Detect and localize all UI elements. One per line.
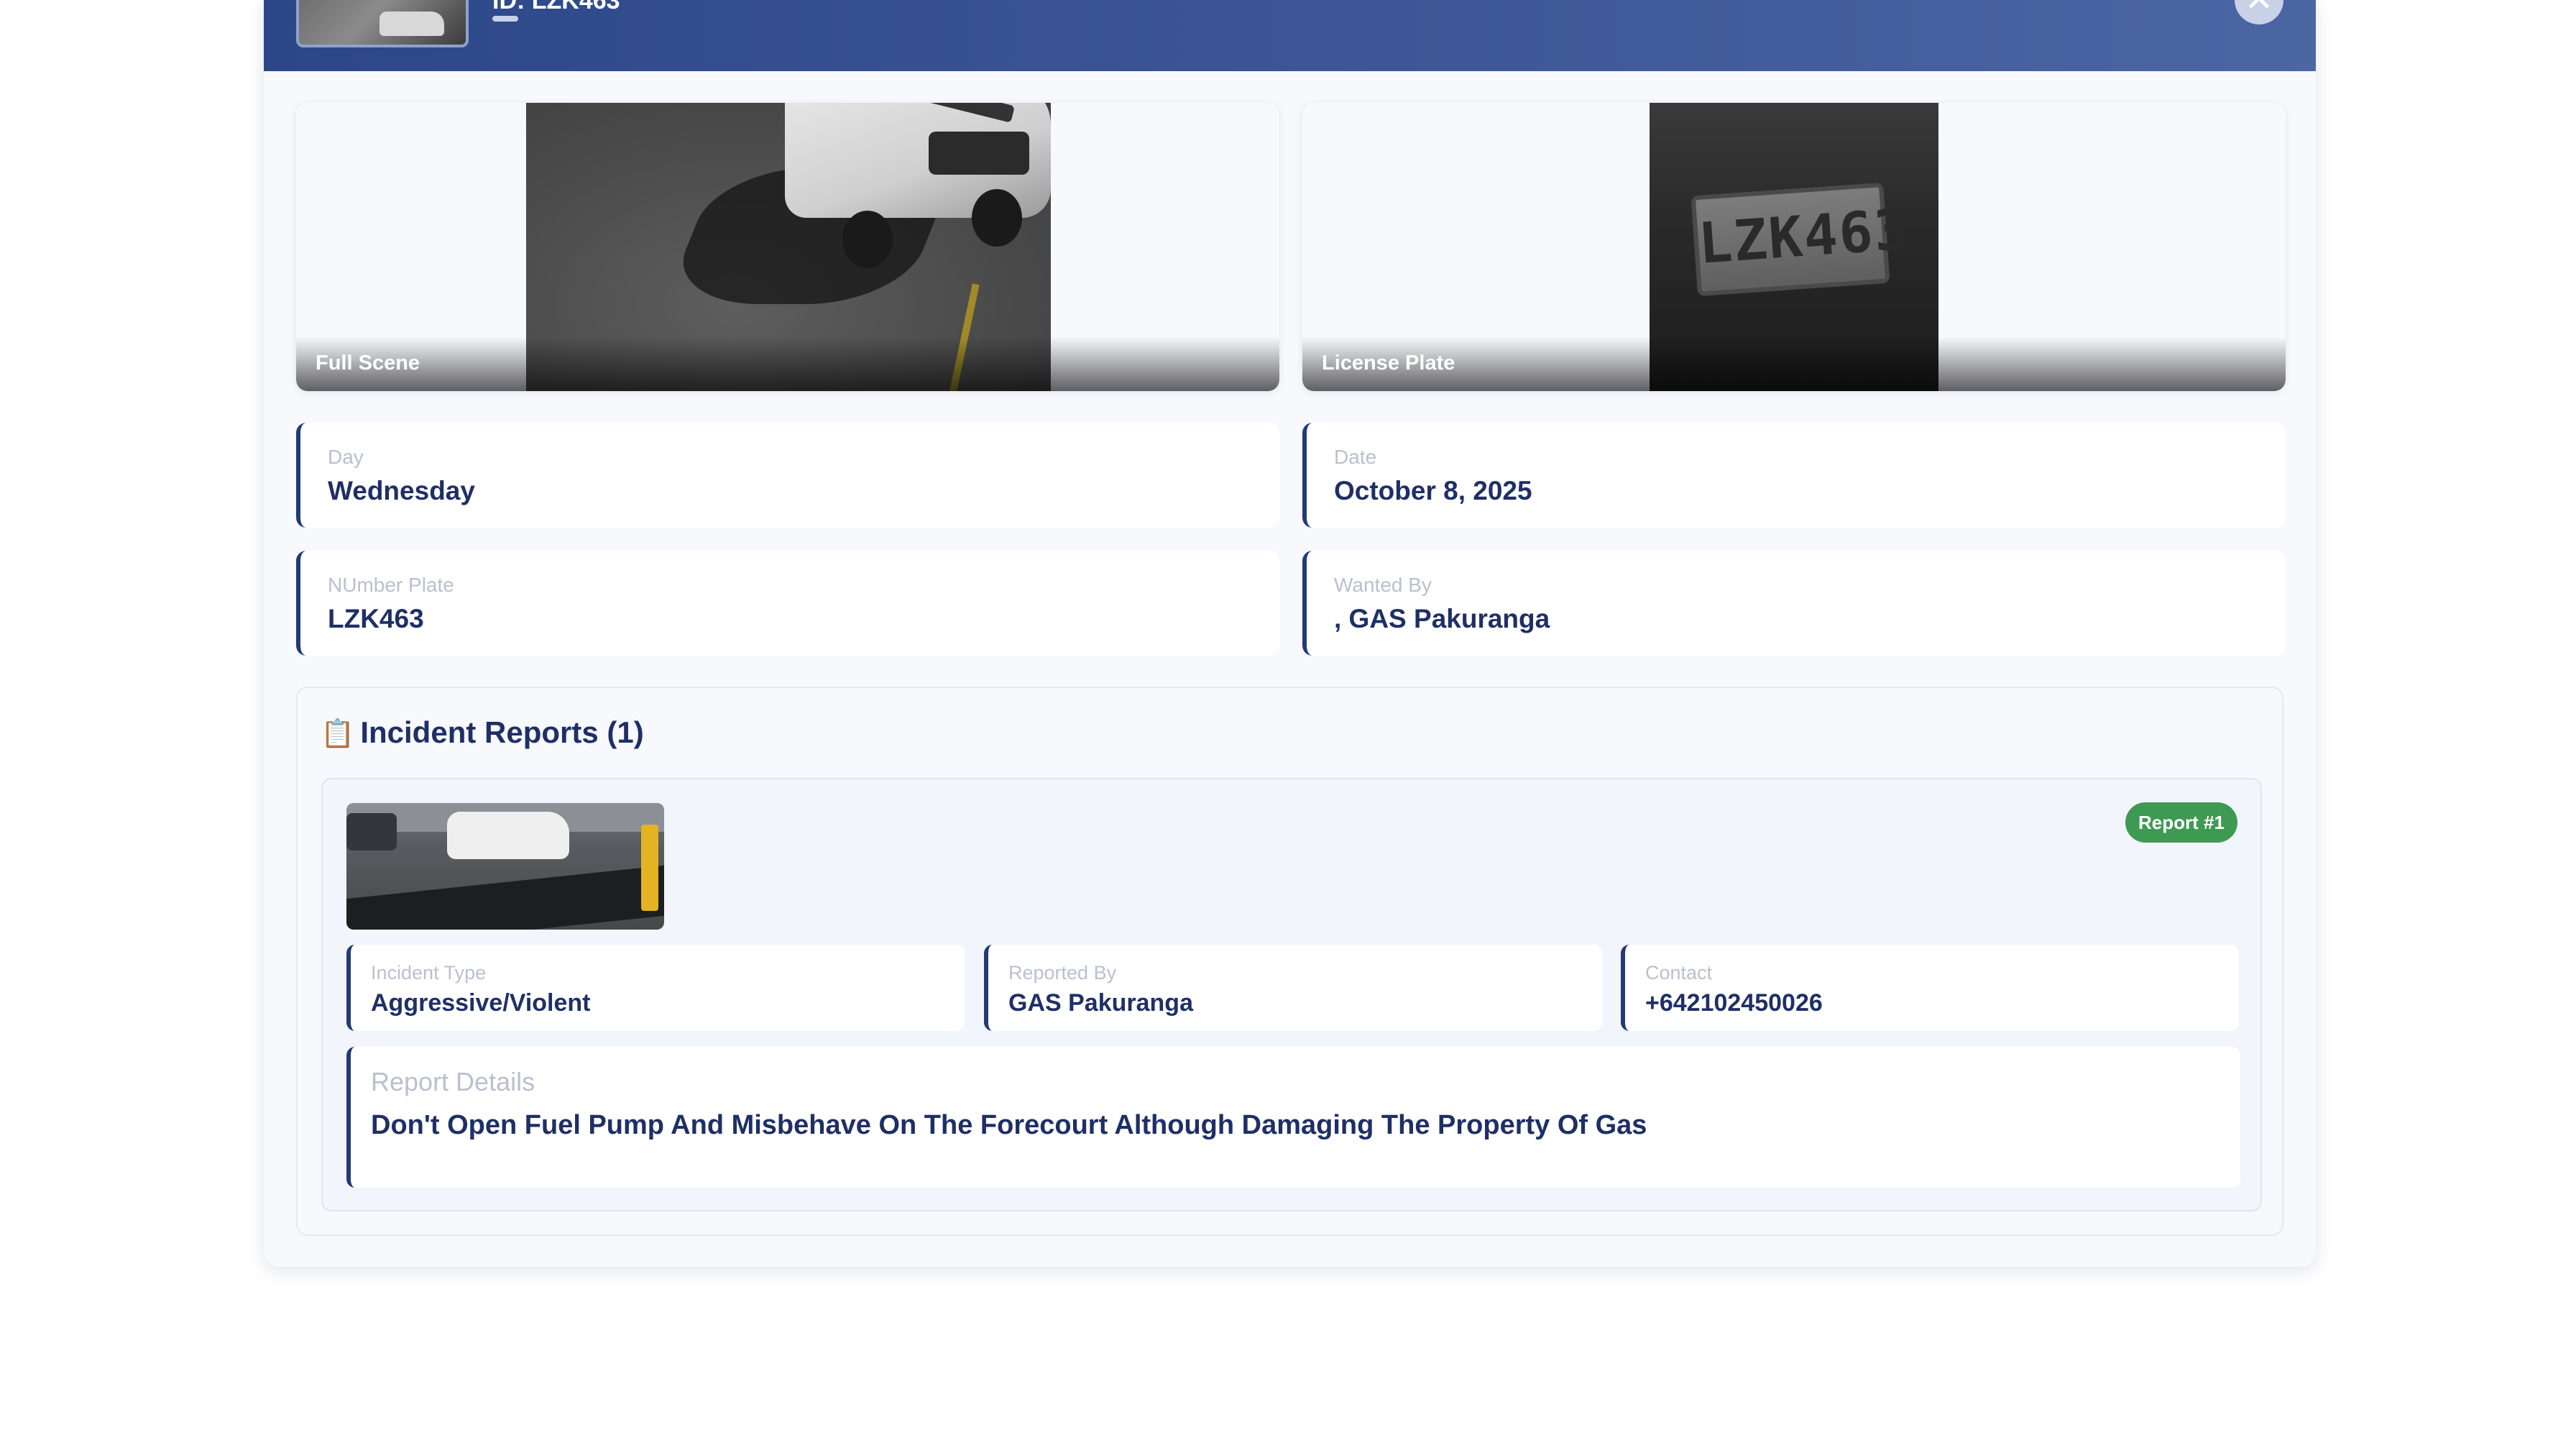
wanted-by-label: Wanted By [1334, 574, 1432, 596]
vehicle-wheel [842, 211, 893, 268]
reported-by-label: Reported By [1008, 962, 1117, 984]
report-number-badge: Report #1 [2125, 802, 2237, 843]
full-scene-card[interactable]: Full Scene [296, 103, 1279, 391]
vehicle-detail-modal: ID: LZK463 ✕ Full Scene LZK463 License P… [264, 0, 2316, 1267]
vehicle-wheel [972, 189, 1022, 247]
report-image-post [641, 825, 658, 911]
caption-gradient [296, 336, 1279, 391]
header-title: ID: LZK463 [492, 0, 620, 14]
contact-value: +642102450026 [1645, 989, 1823, 1017]
close-button[interactable]: ✕ [2235, 0, 2283, 24]
contact-field: Contact +642102450026 [1621, 945, 2239, 1031]
number-plate-value: LZK463 [328, 604, 424, 633]
report-image-dark-car [346, 813, 397, 851]
report-image-ramp [346, 865, 664, 930]
incident-report-card: Report #1 Incident Type Aggressive/Viole… [321, 778, 2262, 1211]
report-details-value: Don't Open Fuel Pump And Misbehave On Th… [371, 1110, 1647, 1140]
incident-reports-title: 📋 Incident Reports (1) [321, 715, 644, 750]
wanted-by-value: , GAS Pakuranga [1334, 604, 1550, 633]
report-details-field: Report Details Don't Open Fuel Pump And … [346, 1047, 2240, 1188]
incident-reports-section: 📋 Incident Reports (1) Report #1 Incident… [296, 687, 2283, 1236]
incident-type-value: Aggressive/Violent [371, 989, 591, 1017]
reported-by-field: Reported By GAS Pakuranga [984, 945, 1602, 1031]
modal-header: ID: LZK463 ✕ [264, 0, 2316, 71]
incident-type-label: Incident Type [371, 962, 487, 984]
report-image[interactable] [346, 803, 664, 930]
license-plate-caption: License Plate [1322, 352, 1455, 375]
vehicle-grill [929, 132, 1029, 175]
clipboard-icon: 📋 [321, 719, 355, 749]
full-scene-caption: Full Scene [316, 352, 420, 375]
day-field: Day Wednesday [296, 423, 1279, 528]
header-subtitle-bar [492, 16, 518, 22]
contact-label: Contact [1645, 962, 1713, 984]
date-label: Date [1334, 446, 1377, 468]
date-field: Date October 8, 2025 [1302, 423, 2286, 528]
number-plate-label: NUmber Plate [328, 574, 454, 596]
report-image-white-car [447, 812, 569, 859]
date-value: October 8, 2025 [1334, 476, 1532, 505]
plate-text: LZK463 [1690, 182, 1911, 297]
day-value: Wednesday [328, 476, 475, 505]
incident-type-field: Incident Type Aggressive/Violent [346, 945, 965, 1031]
vehicle-stripe [871, 103, 1015, 123]
incident-reports-heading: Incident Reports (1) [360, 715, 644, 749]
license-plate-card[interactable]: LZK463 License Plate [1302, 103, 2286, 391]
number-plate-field: NUmber Plate LZK463 [296, 551, 1279, 656]
header-vehicle-thumbnail [296, 0, 469, 47]
wanted-by-field: Wanted By , GAS Pakuranga [1302, 551, 2286, 656]
report-details-label: Report Details [371, 1067, 535, 1096]
thumbnail-car-shape [380, 12, 444, 36]
day-label: Day [328, 446, 364, 468]
reported-by-value: GAS Pakuranga [1008, 989, 1193, 1017]
